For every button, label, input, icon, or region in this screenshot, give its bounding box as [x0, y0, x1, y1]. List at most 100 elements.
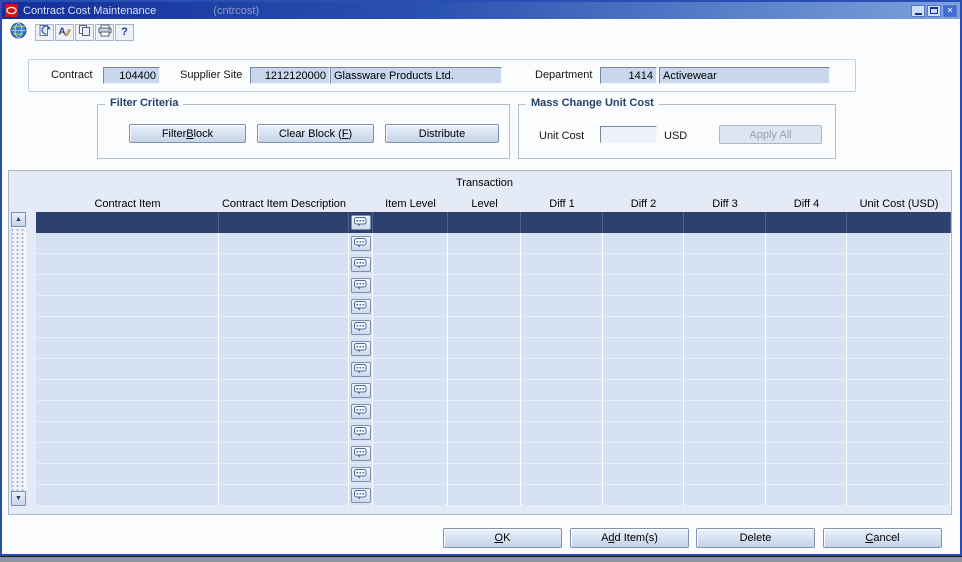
- edit-button[interactable]: A: [55, 23, 74, 41]
- scroll-down-button[interactable]: ▼: [11, 491, 26, 506]
- diff-3-cell[interactable]: [684, 422, 766, 443]
- diff-4-cell[interactable]: [766, 254, 847, 275]
- table-row[interactable]: [36, 338, 951, 359]
- diff-1-cell[interactable]: [521, 380, 603, 401]
- diff-3-cell[interactable]: [684, 443, 766, 464]
- description-cell[interactable]: [219, 464, 349, 485]
- item-level-cell[interactable]: [373, 317, 448, 338]
- diff-1-cell[interactable]: [521, 338, 603, 359]
- contract-field[interactable]: [103, 67, 160, 84]
- table-row[interactable]: [36, 443, 951, 464]
- unit-cost-cell[interactable]: [847, 212, 951, 233]
- diff-2-cell[interactable]: [603, 485, 684, 506]
- cancel-button[interactable]: Cancel: [823, 528, 942, 548]
- description-cell[interactable]: [219, 212, 349, 233]
- diff-2-cell[interactable]: [603, 359, 684, 380]
- unit-cost-field[interactable]: [600, 126, 657, 143]
- transaction-level-cell[interactable]: [448, 233, 521, 254]
- table-row[interactable]: [36, 401, 951, 422]
- diff-1-cell[interactable]: [521, 443, 603, 464]
- unit-cost-cell[interactable]: [847, 422, 951, 443]
- description-cell[interactable]: [219, 296, 349, 317]
- contract-item-cell[interactable]: [36, 338, 219, 359]
- contract-item-cell[interactable]: [36, 401, 219, 422]
- transaction-level-cell[interactable]: [448, 401, 521, 422]
- row-comments-button[interactable]: [350, 466, 371, 482]
- transaction-level-cell[interactable]: [448, 359, 521, 380]
- row-comments-button[interactable]: [350, 361, 371, 377]
- unit-cost-cell[interactable]: [847, 233, 951, 254]
- unit-cost-cell[interactable]: [847, 359, 951, 380]
- diff-4-cell[interactable]: [766, 338, 847, 359]
- title-bar[interactable]: Contract Cost Maintenance (cntrcost) ✕: [2, 2, 960, 19]
- apply-all-button[interactable]: Apply All: [719, 125, 822, 144]
- diff-2-cell[interactable]: [603, 464, 684, 485]
- delete-button[interactable]: Delete: [696, 528, 815, 548]
- row-comments-button[interactable]: [350, 403, 371, 419]
- item-level-cell[interactable]: [373, 338, 448, 359]
- row-comments-button[interactable]: [350, 340, 371, 356]
- contract-item-cell[interactable]: [36, 380, 219, 401]
- transaction-level-cell[interactable]: [448, 443, 521, 464]
- unit-cost-cell[interactable]: [847, 317, 951, 338]
- table-row[interactable]: [36, 380, 951, 401]
- item-level-cell[interactable]: [373, 296, 448, 317]
- maximize-button[interactable]: [927, 4, 941, 17]
- diff-3-cell[interactable]: [684, 401, 766, 422]
- row-comments-button[interactable]: [350, 319, 371, 335]
- unit-cost-cell[interactable]: [847, 464, 951, 485]
- item-level-cell[interactable]: [373, 443, 448, 464]
- contract-item-cell[interactable]: [36, 275, 219, 296]
- diff-3-cell[interactable]: [684, 233, 766, 254]
- diff-2-cell[interactable]: [603, 317, 684, 338]
- unit-cost-cell[interactable]: [847, 296, 951, 317]
- print-button[interactable]: [95, 23, 114, 41]
- item-level-cell[interactable]: [373, 275, 448, 296]
- transaction-level-cell[interactable]: [448, 485, 521, 506]
- description-cell[interactable]: [219, 401, 349, 422]
- description-cell[interactable]: [219, 485, 349, 506]
- diff-3-cell[interactable]: [684, 275, 766, 296]
- diff-3-cell[interactable]: [684, 317, 766, 338]
- scrollbar-track[interactable]: [11, 227, 26, 491]
- department-code-field[interactable]: [600, 67, 657, 84]
- transaction-level-cell[interactable]: [448, 464, 521, 485]
- description-cell[interactable]: [219, 359, 349, 380]
- contract-item-cell[interactable]: [36, 317, 219, 338]
- diff-4-cell[interactable]: [766, 275, 847, 296]
- item-level-cell[interactable]: [373, 254, 448, 275]
- row-comments-button[interactable]: [350, 214, 371, 230]
- diff-1-cell[interactable]: [521, 401, 603, 422]
- item-level-cell[interactable]: [373, 212, 448, 233]
- unit-cost-cell[interactable]: [847, 338, 951, 359]
- transaction-level-cell[interactable]: [448, 380, 521, 401]
- diff-2-cell[interactable]: [603, 401, 684, 422]
- diff-3-cell[interactable]: [684, 359, 766, 380]
- scroll-up-button[interactable]: ▲: [11, 212, 26, 227]
- diff-2-cell[interactable]: [603, 233, 684, 254]
- item-level-cell[interactable]: [373, 233, 448, 254]
- contract-item-cell[interactable]: [36, 443, 219, 464]
- diff-1-cell[interactable]: [521, 485, 603, 506]
- diff-4-cell[interactable]: [766, 296, 847, 317]
- row-comments-button[interactable]: [350, 277, 371, 293]
- contract-item-cell[interactable]: [36, 485, 219, 506]
- item-level-cell[interactable]: [373, 422, 448, 443]
- description-cell[interactable]: [219, 338, 349, 359]
- table-row[interactable]: [36, 422, 951, 443]
- row-comments-button[interactable]: [350, 445, 371, 461]
- contract-item-cell[interactable]: [36, 464, 219, 485]
- row-comments-button[interactable]: [350, 382, 371, 398]
- contract-item-cell[interactable]: [36, 233, 219, 254]
- diff-1-cell[interactable]: [521, 464, 603, 485]
- table-row[interactable]: [36, 275, 951, 296]
- diff-1-cell[interactable]: [521, 254, 603, 275]
- unit-cost-cell[interactable]: [847, 254, 951, 275]
- diff-1-cell[interactable]: [521, 317, 603, 338]
- diff-4-cell[interactable]: [766, 443, 847, 464]
- transaction-level-cell[interactable]: [448, 338, 521, 359]
- unit-cost-cell[interactable]: [847, 380, 951, 401]
- diff-3-cell[interactable]: [684, 212, 766, 233]
- copy-button[interactable]: [75, 23, 94, 41]
- diff-1-cell[interactable]: [521, 233, 603, 254]
